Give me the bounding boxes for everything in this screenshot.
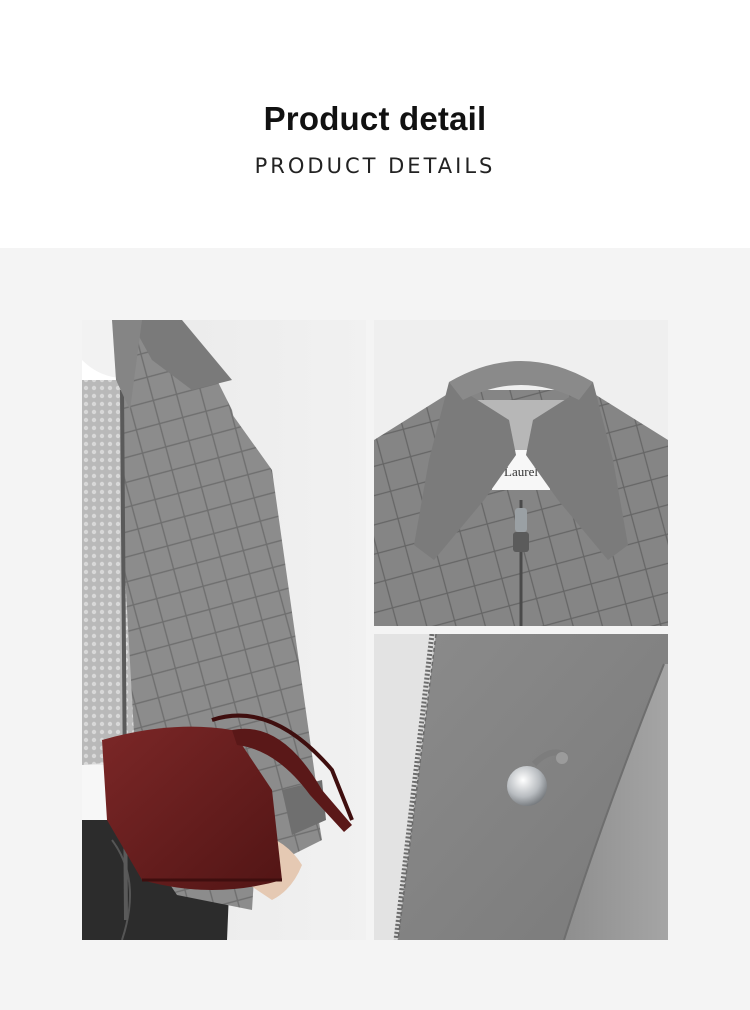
section-subtitle: PRODUCT DETAILS [254, 154, 496, 178]
detail-gallery: Laurel [0, 248, 750, 1010]
section-header: Product detail PRODUCT DETAILS [0, 0, 750, 248]
collar-closeup-photo: Laurel [374, 320, 668, 626]
button-closeup-photo [374, 634, 668, 940]
product-detail-page: Product detail PRODUCT DETAILS Laurel [0, 0, 750, 1010]
section-title: Product detail [263, 100, 487, 137]
brand-label: Laurel [504, 464, 538, 479]
model-photo [82, 320, 366, 940]
